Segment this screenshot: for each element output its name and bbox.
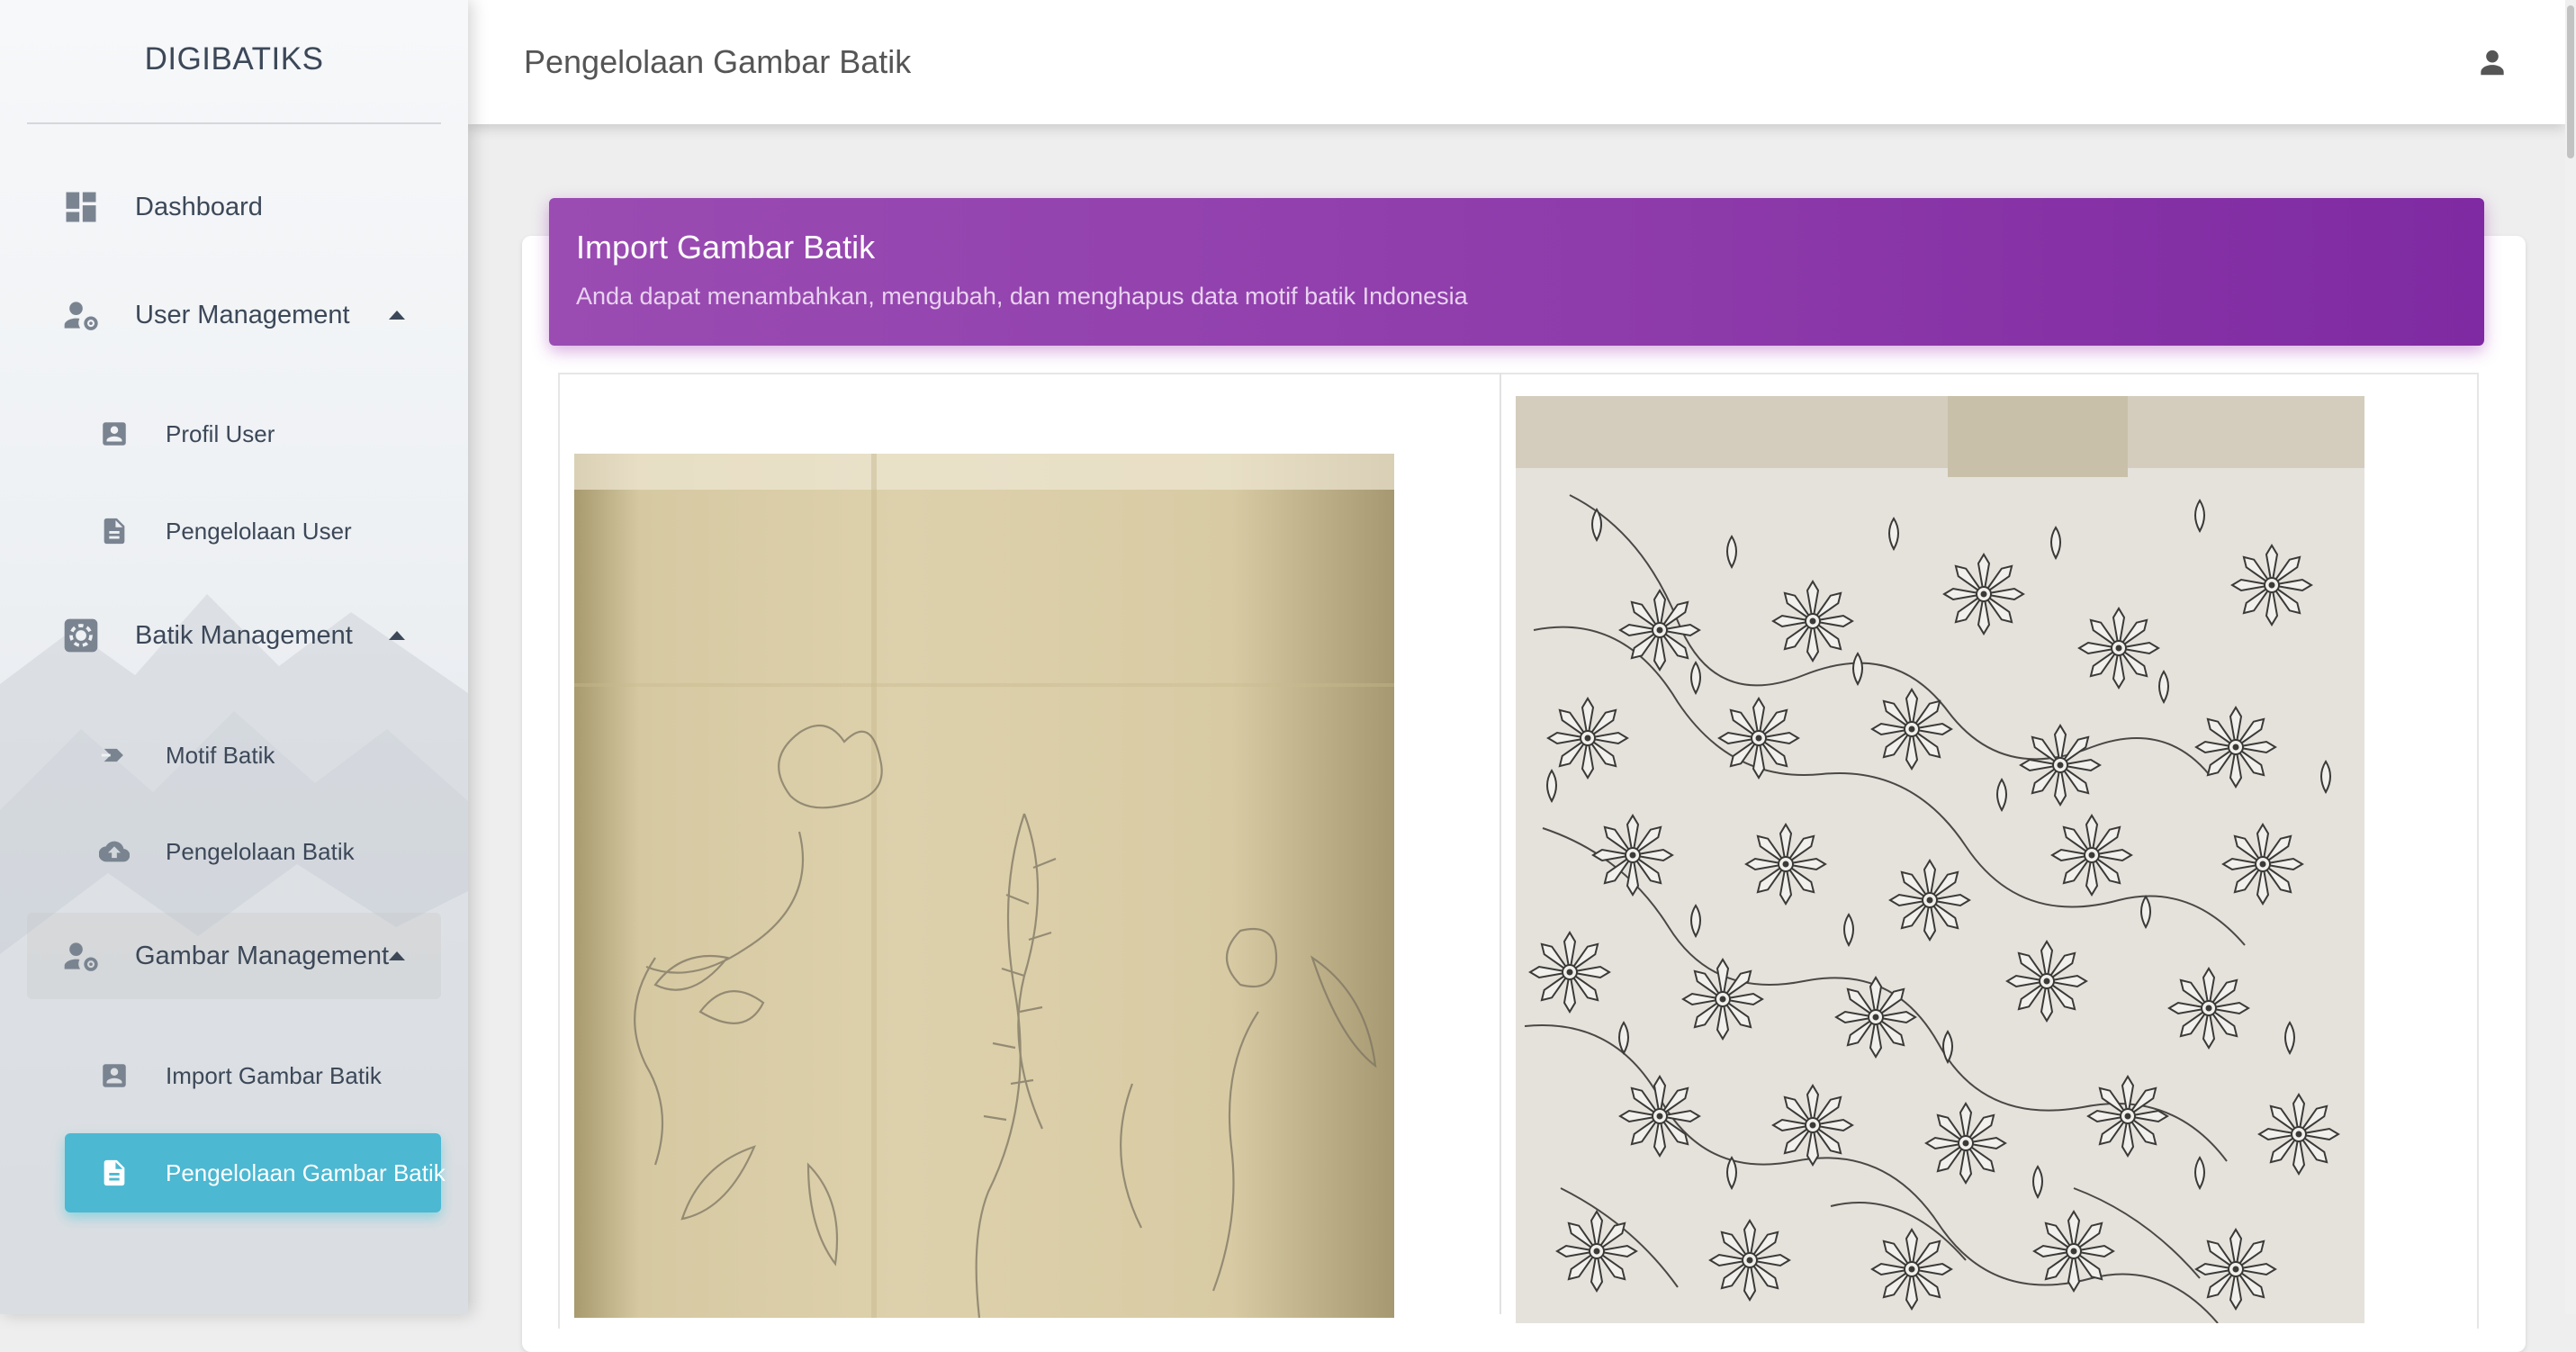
person-icon[interactable] bbox=[2475, 45, 2509, 79]
sidebar-item-label: Batik Management bbox=[135, 620, 353, 650]
sidebar-item-gambar-management[interactable]: Gambar Management bbox=[27, 913, 441, 999]
sidebar-item-label: Motif Batik bbox=[166, 741, 275, 769]
sidebar-item-label: User Management bbox=[135, 300, 350, 329]
description-icon bbox=[104, 1159, 125, 1186]
card-title: Import Gambar Batik bbox=[576, 229, 876, 266]
sidebar-item-label: Profil User bbox=[166, 419, 275, 447]
sidebar: DIGIBATIKS Dashboard User Management Pro… bbox=[0, 0, 468, 1314]
batik-image-sketch[interactable] bbox=[574, 454, 1394, 1318]
manage-accounts-icon bbox=[64, 302, 98, 330]
sidebar-item-dashboard[interactable]: Dashboard bbox=[27, 164, 441, 250]
sidebar-item-motif-batik[interactable]: Motif Batik bbox=[65, 716, 441, 795]
card-subtitle: Anda dapat menambahkan, mengubah, dan me… bbox=[576, 283, 1468, 310]
cloud-upload-icon bbox=[99, 841, 130, 862]
sidebar-item-pengelolaan-user[interactable]: Pengelolaan User bbox=[65, 491, 441, 571]
batik-floral-pattern bbox=[1516, 396, 2364, 1323]
dashboard-icon bbox=[66, 192, 96, 222]
sidebar-item-pengelolaan-gambar-batik[interactable]: Pengelolaan Gambar Batik bbox=[65, 1133, 446, 1212]
batik-sketch-drawing bbox=[574, 454, 1394, 1318]
sidebar-item-pengelolaan-batik[interactable]: Pengelolaan Batik bbox=[65, 812, 441, 891]
sidebar-item-user-management[interactable]: User Management bbox=[27, 272, 441, 358]
sidebar-item-batik-management[interactable]: Batik Management bbox=[27, 592, 441, 679]
brand-logo-text[interactable]: DIGIBATIKS bbox=[0, 41, 468, 77]
batik-image-floral[interactable] bbox=[1516, 396, 2364, 1323]
description-icon bbox=[104, 518, 125, 545]
sidebar-item-label: Pengelolaan Gambar Batik bbox=[166, 1158, 446, 1186]
account-box-icon bbox=[103, 1064, 126, 1087]
sidebar-item-profil-user[interactable]: Profil User bbox=[65, 394, 441, 473]
sidebar-item-import-gambar-batik[interactable]: Import Gambar Batik bbox=[65, 1036, 441, 1115]
brand-divider bbox=[27, 122, 441, 124]
sidebar-item-label: Import Gambar Batik bbox=[166, 1061, 382, 1089]
sidebar-item-label: Dashboard bbox=[135, 192, 263, 221]
forward-arrow-icon bbox=[101, 748, 123, 762]
page-scrollbar[interactable] bbox=[2565, 0, 2576, 1314]
grid-divider bbox=[1500, 373, 1501, 1314]
sidebar-item-label: Pengelolaan Batik bbox=[166, 837, 355, 865]
sidebar-item-label: Gambar Management bbox=[135, 941, 390, 970]
account-box-icon bbox=[103, 422, 126, 446]
caret-up-icon bbox=[389, 311, 405, 320]
caret-up-icon bbox=[389, 951, 405, 960]
caret-up-icon bbox=[389, 631, 405, 640]
page-title: Pengelolaan Gambar Batik bbox=[524, 43, 912, 80]
settings-box-icon bbox=[64, 618, 98, 653]
card-header: Import Gambar Batik Anda dapat menambahk… bbox=[549, 198, 2484, 346]
scrollbar-thumb[interactable] bbox=[2567, 5, 2574, 158]
sidebar-item-label: Pengelolaan User bbox=[166, 517, 352, 545]
manage-accounts-icon bbox=[64, 942, 98, 971]
top-navbar: Pengelolaan Gambar Batik bbox=[468, 0, 2565, 124]
